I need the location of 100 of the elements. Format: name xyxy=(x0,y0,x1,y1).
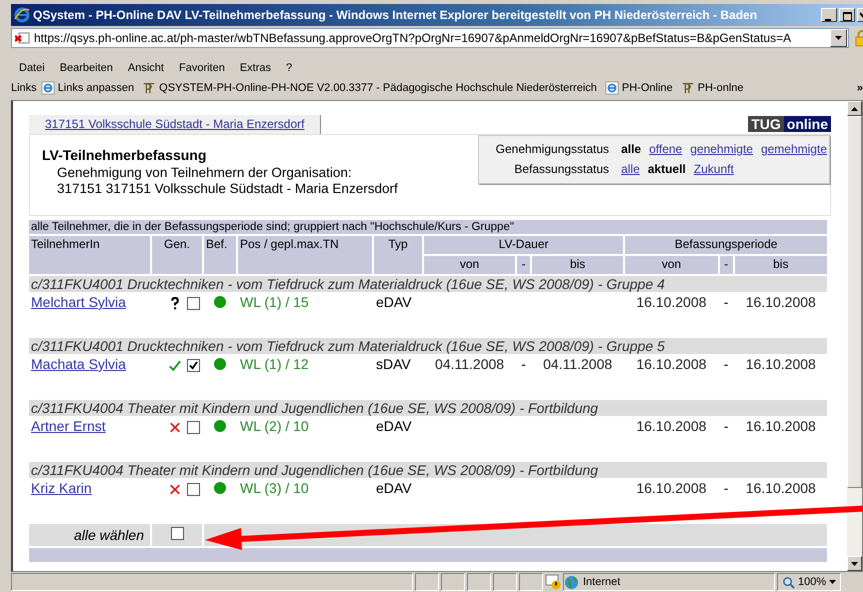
table-cell-text: sDAV xyxy=(375,356,412,374)
filter-option[interactable]: aktuell xyxy=(648,159,686,179)
column-header: von xyxy=(625,256,718,274)
vertical-scrollbar[interactable] xyxy=(847,101,862,571)
table-cell: - xyxy=(521,356,526,372)
down-arrow-icon xyxy=(851,562,858,566)
checkbox[interactable] xyxy=(187,421,200,434)
table-caption: alle Teilnehmer, die in der Befassungsperiode sind; gruppiert nach "Hochschule/Kurs - Gruppe" xyxy=(29,220,827,234)
status-dot xyxy=(214,420,226,432)
globe-icon xyxy=(564,574,579,590)
table-cell-text: eDAV xyxy=(375,480,413,498)
cross-icon xyxy=(169,483,181,496)
select-all-label: alle wählen xyxy=(29,524,150,546)
table-cell: 16.10.2008 xyxy=(746,294,816,310)
column-header: Pos / gepl.max.TN xyxy=(238,236,372,274)
table-cell: - xyxy=(724,294,728,310)
checkbox[interactable] xyxy=(187,483,200,496)
column-header: bis xyxy=(734,256,827,274)
column-header: Typ xyxy=(374,236,422,274)
column-header: - xyxy=(517,256,530,274)
magnifier-icon xyxy=(782,576,795,588)
filter-option[interactable]: Zukunft xyxy=(694,159,734,179)
column-header: TeilnehmerIn xyxy=(29,236,150,274)
scroll-thumb[interactable] xyxy=(847,116,862,488)
column-group-header: LV-Dauer xyxy=(424,236,624,254)
table-cell-text: WL (2) / 10 xyxy=(239,418,310,436)
column-header: bis xyxy=(532,256,624,274)
participant-link[interactable]: Artner Ernst xyxy=(31,418,106,434)
filter-label: Genehmigungsstatus xyxy=(494,141,610,158)
table-cell-text: WL (3) / 10 xyxy=(239,480,310,498)
address-field[interactable]: https://qsys.ph-online.ac.at/ph-master/wbTNBefassung.approveOrgTN?pOrgNr=16907&pAnmeldOrgNr=16907&pBefStatus=B&pGenStatus=A xyxy=(11,28,849,48)
links-label: Links xyxy=(11,82,37,94)
browser-page-icon xyxy=(40,81,55,95)
filter-option[interactable]: genehmigte xyxy=(690,139,753,159)
table-cell: 04.11.2008 xyxy=(435,356,504,372)
status-dot xyxy=(214,482,226,494)
browser-logo-icon xyxy=(14,7,30,23)
table-cell-text: eDAV xyxy=(375,294,413,312)
minimize-button[interactable] xyxy=(821,8,837,22)
checkbox[interactable] xyxy=(187,359,200,372)
subtitle: 317151 317151 Volksschule Südstadt - Maria Enzersdorf xyxy=(56,181,398,197)
link-item[interactable]: PH-onlne xyxy=(680,81,744,95)
column-header: Bef. xyxy=(204,236,236,274)
security-zone: Internet xyxy=(583,576,620,588)
menu-item[interactable]: Extras xyxy=(240,62,272,74)
caret-icon xyxy=(829,580,836,584)
cross-icon xyxy=(169,421,181,434)
question-mark-icon xyxy=(169,297,181,310)
zoom-button[interactable]: 100% xyxy=(777,573,842,591)
table-cell: - xyxy=(724,356,728,372)
up-arrow-icon xyxy=(851,106,858,110)
link-item[interactable]: Links anpassen xyxy=(40,81,134,95)
table-cell-text: WL (1) / 15 xyxy=(239,294,310,312)
link-item[interactable]: PH-Online xyxy=(604,81,673,95)
more-links-button[interactable]: » xyxy=(856,82,863,94)
filter-option[interactable]: alle xyxy=(621,159,640,179)
select-all-checkbox[interactable] xyxy=(170,527,184,540)
column-header: Gen. xyxy=(152,236,202,274)
subtitle: Genehmigung von Teilnehmern der Organisation: xyxy=(56,165,353,181)
scroll-up-button[interactable] xyxy=(847,101,862,116)
table-cell-text: eDAV xyxy=(375,418,413,436)
menu-item[interactable]: ? xyxy=(286,62,292,74)
table-cell: 16.10.2008 xyxy=(636,418,706,434)
group-header: c/311FKU4004 Theater mit Kindern und Jugendlichen (16ue SE, WS 2008/09) - Fortbildung xyxy=(29,400,827,416)
maximize-button[interactable] xyxy=(839,8,855,22)
group-header: c/311FKU4001 Drucktechniken - vom Tiefdruck zum Materialdruck (16ue SE, WS 2008/09) - Gruppe 4 xyxy=(29,276,827,292)
filter-label: Befassungsstatus xyxy=(513,161,610,178)
maximize-icon xyxy=(842,12,852,21)
ph-logo-icon xyxy=(680,81,695,95)
menu-item[interactable]: Datei xyxy=(19,62,45,74)
status-dot xyxy=(214,296,226,308)
filter-option[interactable]: gemehmigte xyxy=(760,139,827,159)
checkbox[interactable] xyxy=(187,297,200,310)
table-cell-text: WL (1) / 12 xyxy=(239,356,310,374)
participant-link[interactable]: Machata Sylvia xyxy=(31,356,126,372)
organization-tab[interactable]: 317151 Volksschule Südstadt - Maria Enzersdorf xyxy=(29,115,322,134)
participant-link[interactable]: Melchart Sylvia xyxy=(31,294,126,310)
link-item[interactable]: QSYSTEM-PH-Online-PH-NOE V2.00.3377 - Pädagogische Hochschule Niederösterreich xyxy=(142,81,597,95)
group-header: c/311FKU4004 Theater mit Kindern und Jugendlichen (16ue SE, WS 2008/09) - Fortbildung xyxy=(29,462,827,478)
window-title: QSystem - PH-Online DAV LV-Teilnehmerbefassung - Windows Internet Explorer bereitgestellt von PH Niederösterreich - Baden xyxy=(33,8,758,22)
table-cell: 16.10.2008 xyxy=(746,356,816,372)
browser-page-icon xyxy=(604,81,619,95)
table-cell: 16.10.2008 xyxy=(636,356,706,372)
filter-option[interactable]: offene xyxy=(649,139,682,159)
filter-option[interactable]: alle xyxy=(621,139,642,159)
menu-item[interactable]: Ansicht xyxy=(128,62,164,74)
caret-icon xyxy=(835,36,842,40)
menu-item[interactable]: Favoriten xyxy=(178,62,225,74)
table-cell: 16.10.2008 xyxy=(746,480,816,496)
scroll-down-button[interactable] xyxy=(847,556,862,571)
table-cell: 16.10.2008 xyxy=(636,294,706,310)
participant-link[interactable]: Kriz Karin xyxy=(31,480,92,496)
dropdown-button[interactable] xyxy=(830,29,847,47)
table-cell: 04.11.2008 xyxy=(543,356,612,372)
menu-item[interactable]: Bearbeiten xyxy=(60,62,113,74)
ph-logo-icon xyxy=(142,81,156,95)
checkmark-icon xyxy=(169,359,181,372)
group-header: c/311FKU4001 Drucktechniken - vom Tiefdruck zum Materialdruck (16ue SE, WS 2008/09) - Gruppe 5 xyxy=(29,338,827,354)
column-group-header: Befassungsperiode xyxy=(625,236,827,254)
status-dot xyxy=(214,358,226,370)
